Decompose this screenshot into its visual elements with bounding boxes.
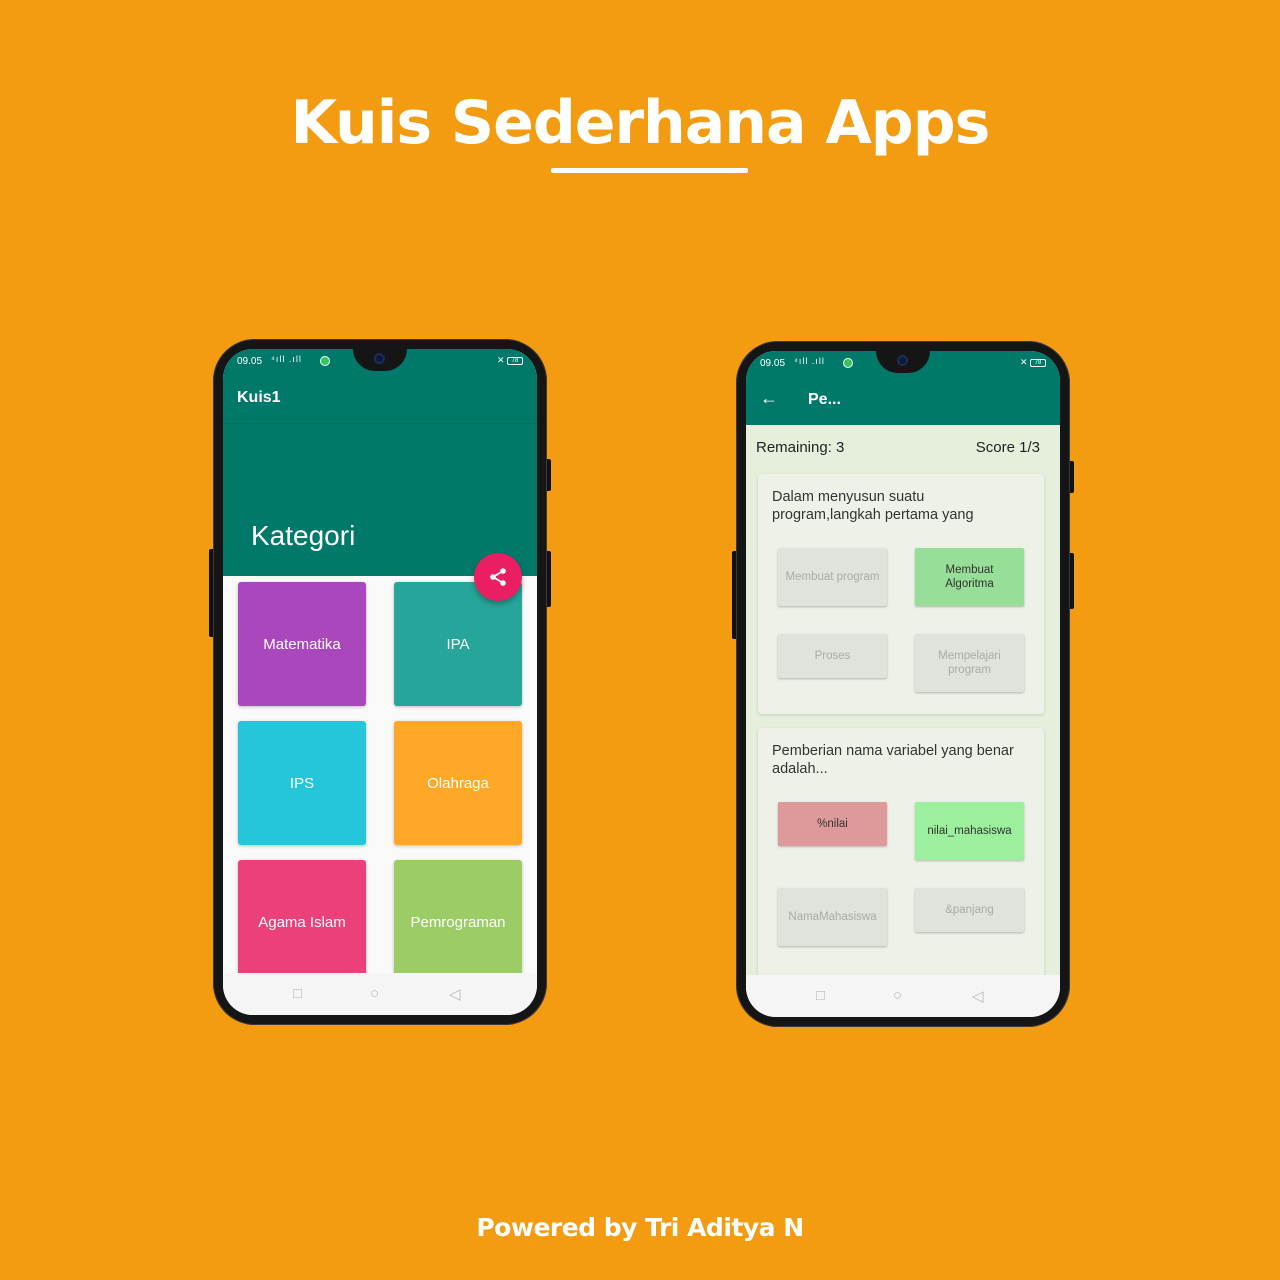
category-label: Agama Islam xyxy=(258,913,346,931)
category-label: Olahraga xyxy=(427,774,489,792)
camera-icon xyxy=(374,353,385,364)
app-title: Pe... xyxy=(808,391,841,408)
question-card: Pemberian nama variabel yang benar adala… xyxy=(758,728,1044,975)
system-nav-bar: □ ○ ◁ xyxy=(746,975,1060,1017)
answer-option[interactable]: Proses xyxy=(778,634,887,678)
remaining-counter: Remaining: 3 xyxy=(756,439,845,456)
app-title: Kuis1 xyxy=(237,389,281,406)
circle-icon[interactable]: ○ xyxy=(370,985,379,1002)
score-counter: Score 1/3 xyxy=(975,439,1040,456)
circle-icon[interactable]: ○ xyxy=(893,987,902,1004)
battery-icon: 78 xyxy=(1030,358,1046,367)
app-bar: ← Pe... xyxy=(746,375,1060,425)
side-button xyxy=(209,549,213,637)
category-tile-ipa[interactable]: IPA xyxy=(394,582,522,706)
category-tile-matematika[interactable]: Matematika xyxy=(238,582,366,706)
answer-option[interactable]: Mempelajari program xyxy=(915,634,1024,692)
system-nav-bar: □ ○ ◁ xyxy=(223,973,537,1015)
category-label: IPA xyxy=(446,635,470,653)
answer-option-selected[interactable]: Membuat Algoritma xyxy=(915,548,1024,606)
status-time: 09.05 xyxy=(237,356,263,367)
headline-underline xyxy=(551,168,748,173)
category-tile-ips[interactable]: IPS xyxy=(238,721,366,845)
question-card: Dalam menyusun suatu program,langkah per… xyxy=(758,474,1044,714)
category-tile-olahraga[interactable]: Olahraga xyxy=(394,721,522,845)
app-bar: Kuis1 xyxy=(223,373,537,423)
status-right: ✕ 78 xyxy=(1020,357,1046,368)
silent-icon: ✕ xyxy=(496,355,505,365)
status-right: ✕ 78 xyxy=(497,355,523,366)
phone-quiz: 09.05 ⁴ıll .ıll ✕ 78 ← Pe... Remaining: … xyxy=(732,341,1074,1027)
volume-button xyxy=(1070,461,1074,493)
back-triangle-icon[interactable]: ◁ xyxy=(449,985,461,1003)
category-tile-agama-islam[interactable]: Agama Islam xyxy=(238,860,366,984)
silent-icon: ✕ xyxy=(1019,357,1028,367)
status-time: 09.05 xyxy=(760,358,786,369)
question-text: Dalam menyusun suatu program,langkah per… xyxy=(772,489,974,523)
answer-option-correct[interactable]: nilai_mahasiswa xyxy=(915,802,1024,860)
arrow-left-icon[interactable]: ← xyxy=(760,388,778,409)
category-tile-pemrograman[interactable]: Pemrograman xyxy=(394,860,522,984)
signal-icon: ⁴ıll .ıll xyxy=(271,354,302,364)
answer-option[interactable]: &panjang xyxy=(915,888,1024,932)
category-label: IPS xyxy=(289,774,315,792)
side-button xyxy=(732,551,736,639)
category-grid: Matematika IPA IPS Olahraga Agama Islam … xyxy=(223,576,537,984)
share-icon xyxy=(490,568,506,586)
answer-option-wrong[interactable]: %nilai xyxy=(778,802,887,846)
quiz-content[interactable]: Remaining: 3 Score 1/3 Dalam menyusun su… xyxy=(746,425,1060,975)
square-icon[interactable]: □ xyxy=(816,987,825,1004)
power-button xyxy=(547,551,551,607)
phone-categories: 09.05 ⁴ıll .ıll ✕ 78 Kuis1 Kategori Mate xyxy=(209,339,551,1025)
volume-button xyxy=(547,459,551,491)
power-button xyxy=(1070,553,1074,609)
screen-categories: 09.05 ⁴ıll .ıll ✕ 78 Kuis1 Kategori Mate xyxy=(223,349,537,1015)
promo-headline: Kuis Sederhana Apps xyxy=(290,88,991,158)
answer-option[interactable]: NamaMahasiswa xyxy=(778,888,887,946)
screen-quiz: 09.05 ⁴ıll .ıll ✕ 78 ← Pe... Remaining: … xyxy=(746,351,1060,1017)
whatsapp-icon xyxy=(843,358,853,368)
signal-icon: ⁴ıll .ıll xyxy=(794,356,825,366)
camera-icon xyxy=(897,355,908,366)
category-label: Matematika xyxy=(263,635,341,653)
promo-footer: Powered by Tri Aditya N xyxy=(476,1213,804,1242)
whatsapp-icon xyxy=(320,356,330,366)
question-text: Pemberian nama variabel yang benar adala… xyxy=(772,743,1014,777)
share-button[interactable] xyxy=(474,553,522,601)
square-icon[interactable]: □ xyxy=(293,985,302,1002)
category-header: Kategori xyxy=(223,423,537,576)
battery-icon: 78 xyxy=(507,356,523,365)
back-triangle-icon[interactable]: ◁ xyxy=(972,987,984,1005)
category-heading: Kategori xyxy=(251,520,356,551)
category-label: Pemrograman xyxy=(410,913,506,931)
answer-option[interactable]: Membuat program xyxy=(778,548,887,606)
